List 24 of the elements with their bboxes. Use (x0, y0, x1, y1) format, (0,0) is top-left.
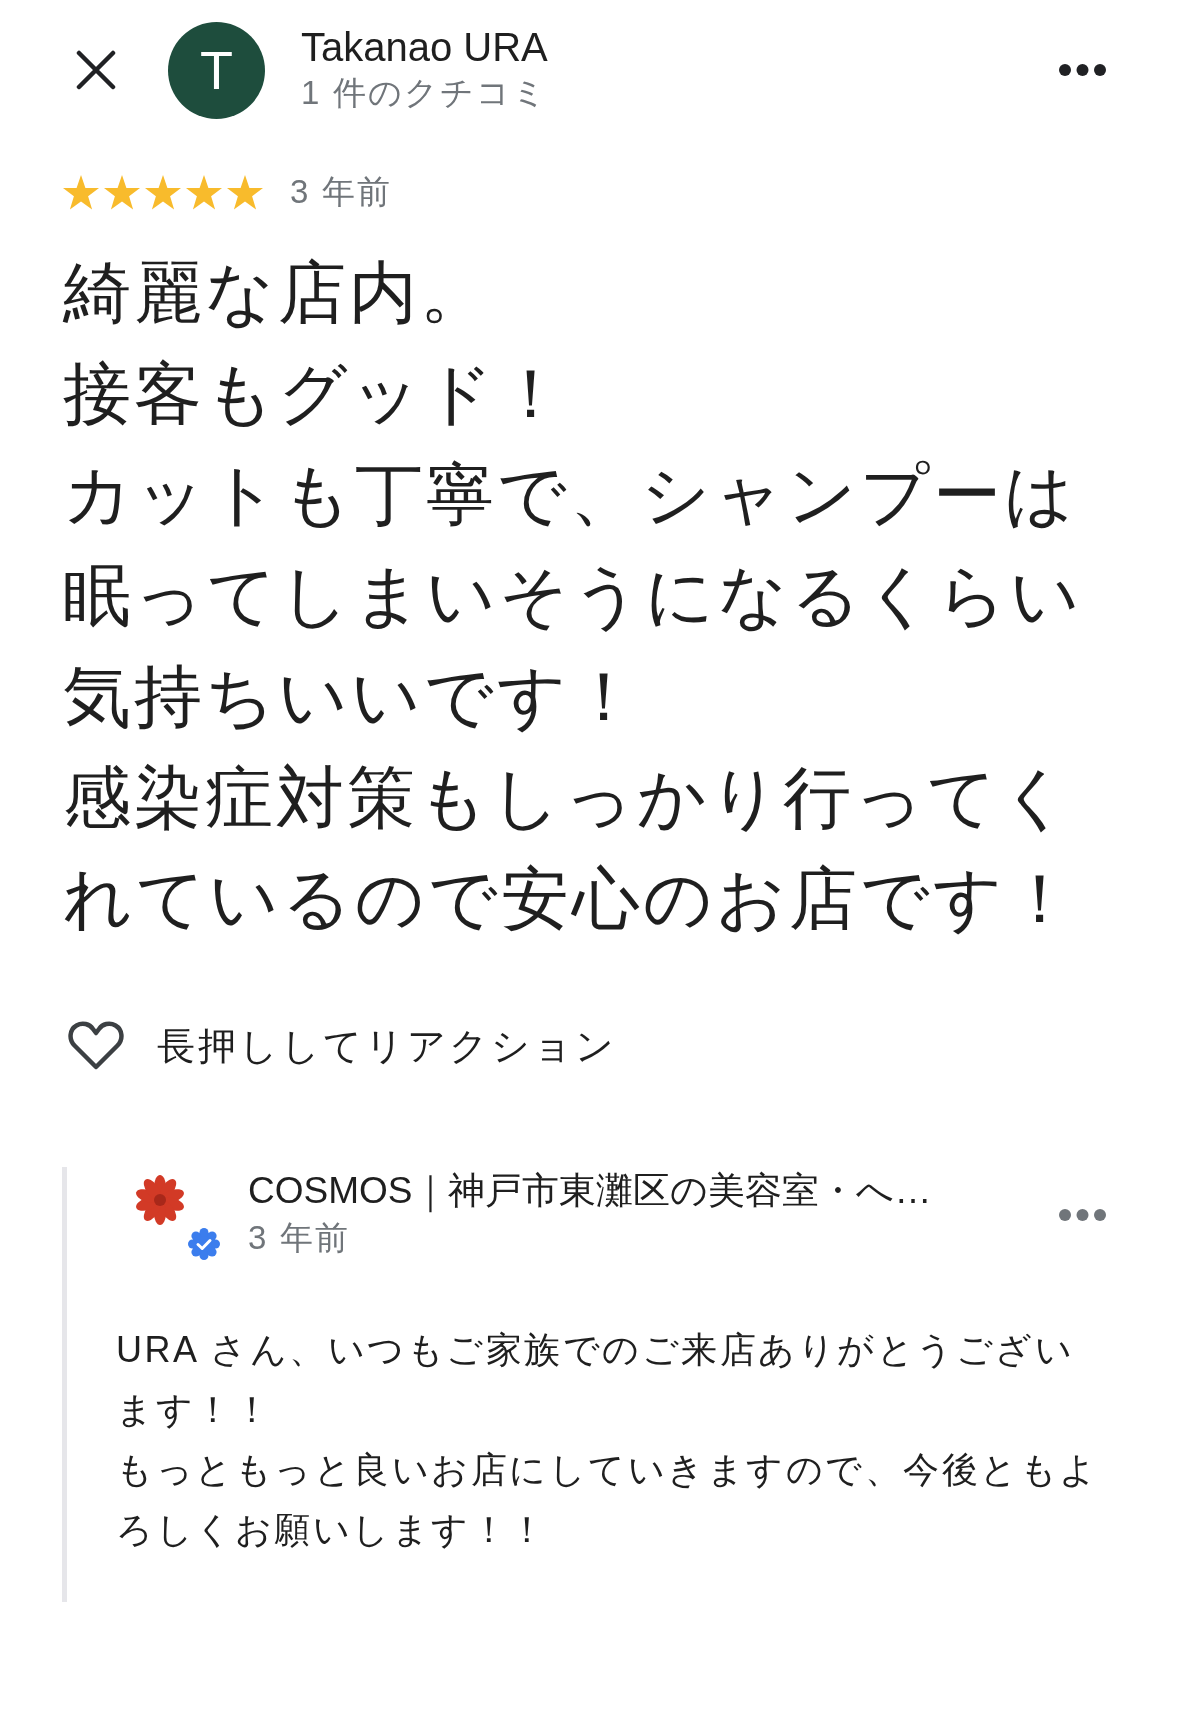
star-icon (186, 174, 222, 210)
star-icon (63, 174, 99, 210)
heart-icon (68, 1021, 124, 1071)
reply-time: 3 年前 (248, 1218, 351, 1258)
review-text: 感染症対策もしっかり行ってくれているので安心のお店です！ (63, 758, 1078, 938)
review-count: 1 件のクチコミ (301, 73, 548, 113)
more-icon (1059, 1209, 1106, 1221)
review-text: 綺麗な店内。 (63, 253, 492, 332)
reply-text: もっともっと良いお店にしていきますので、今後ともよろしくお願いします！！ (116, 1448, 1100, 1552)
owner-name: COSMOS｜神戸市東灘区の美容室・へ… (248, 1169, 932, 1215)
star-icon (104, 174, 140, 210)
star-icon (227, 174, 263, 210)
more-icon (1059, 64, 1106, 76)
reply-text: URA さん、いつもご家族でのご来店ありがとうございます！！ (116, 1328, 1076, 1432)
avatar: T (168, 21, 265, 119)
close-icon (76, 50, 116, 90)
reviewer-name: Takanao URA (301, 24, 548, 70)
review-text: カットも丁寧で、シャンプーは眠ってしまいそうになるくらい気持ちいいです！ (63, 455, 1084, 736)
star-icon (145, 174, 181, 210)
review-time: 3 年前 (290, 172, 392, 212)
review-text: 接客もグッド！ (63, 354, 569, 433)
close-button[interactable] (76, 50, 116, 90)
reaction-button[interactable]: 長押ししてリアクション (68, 1016, 617, 1076)
more-options-button[interactable] (1059, 64, 1106, 76)
